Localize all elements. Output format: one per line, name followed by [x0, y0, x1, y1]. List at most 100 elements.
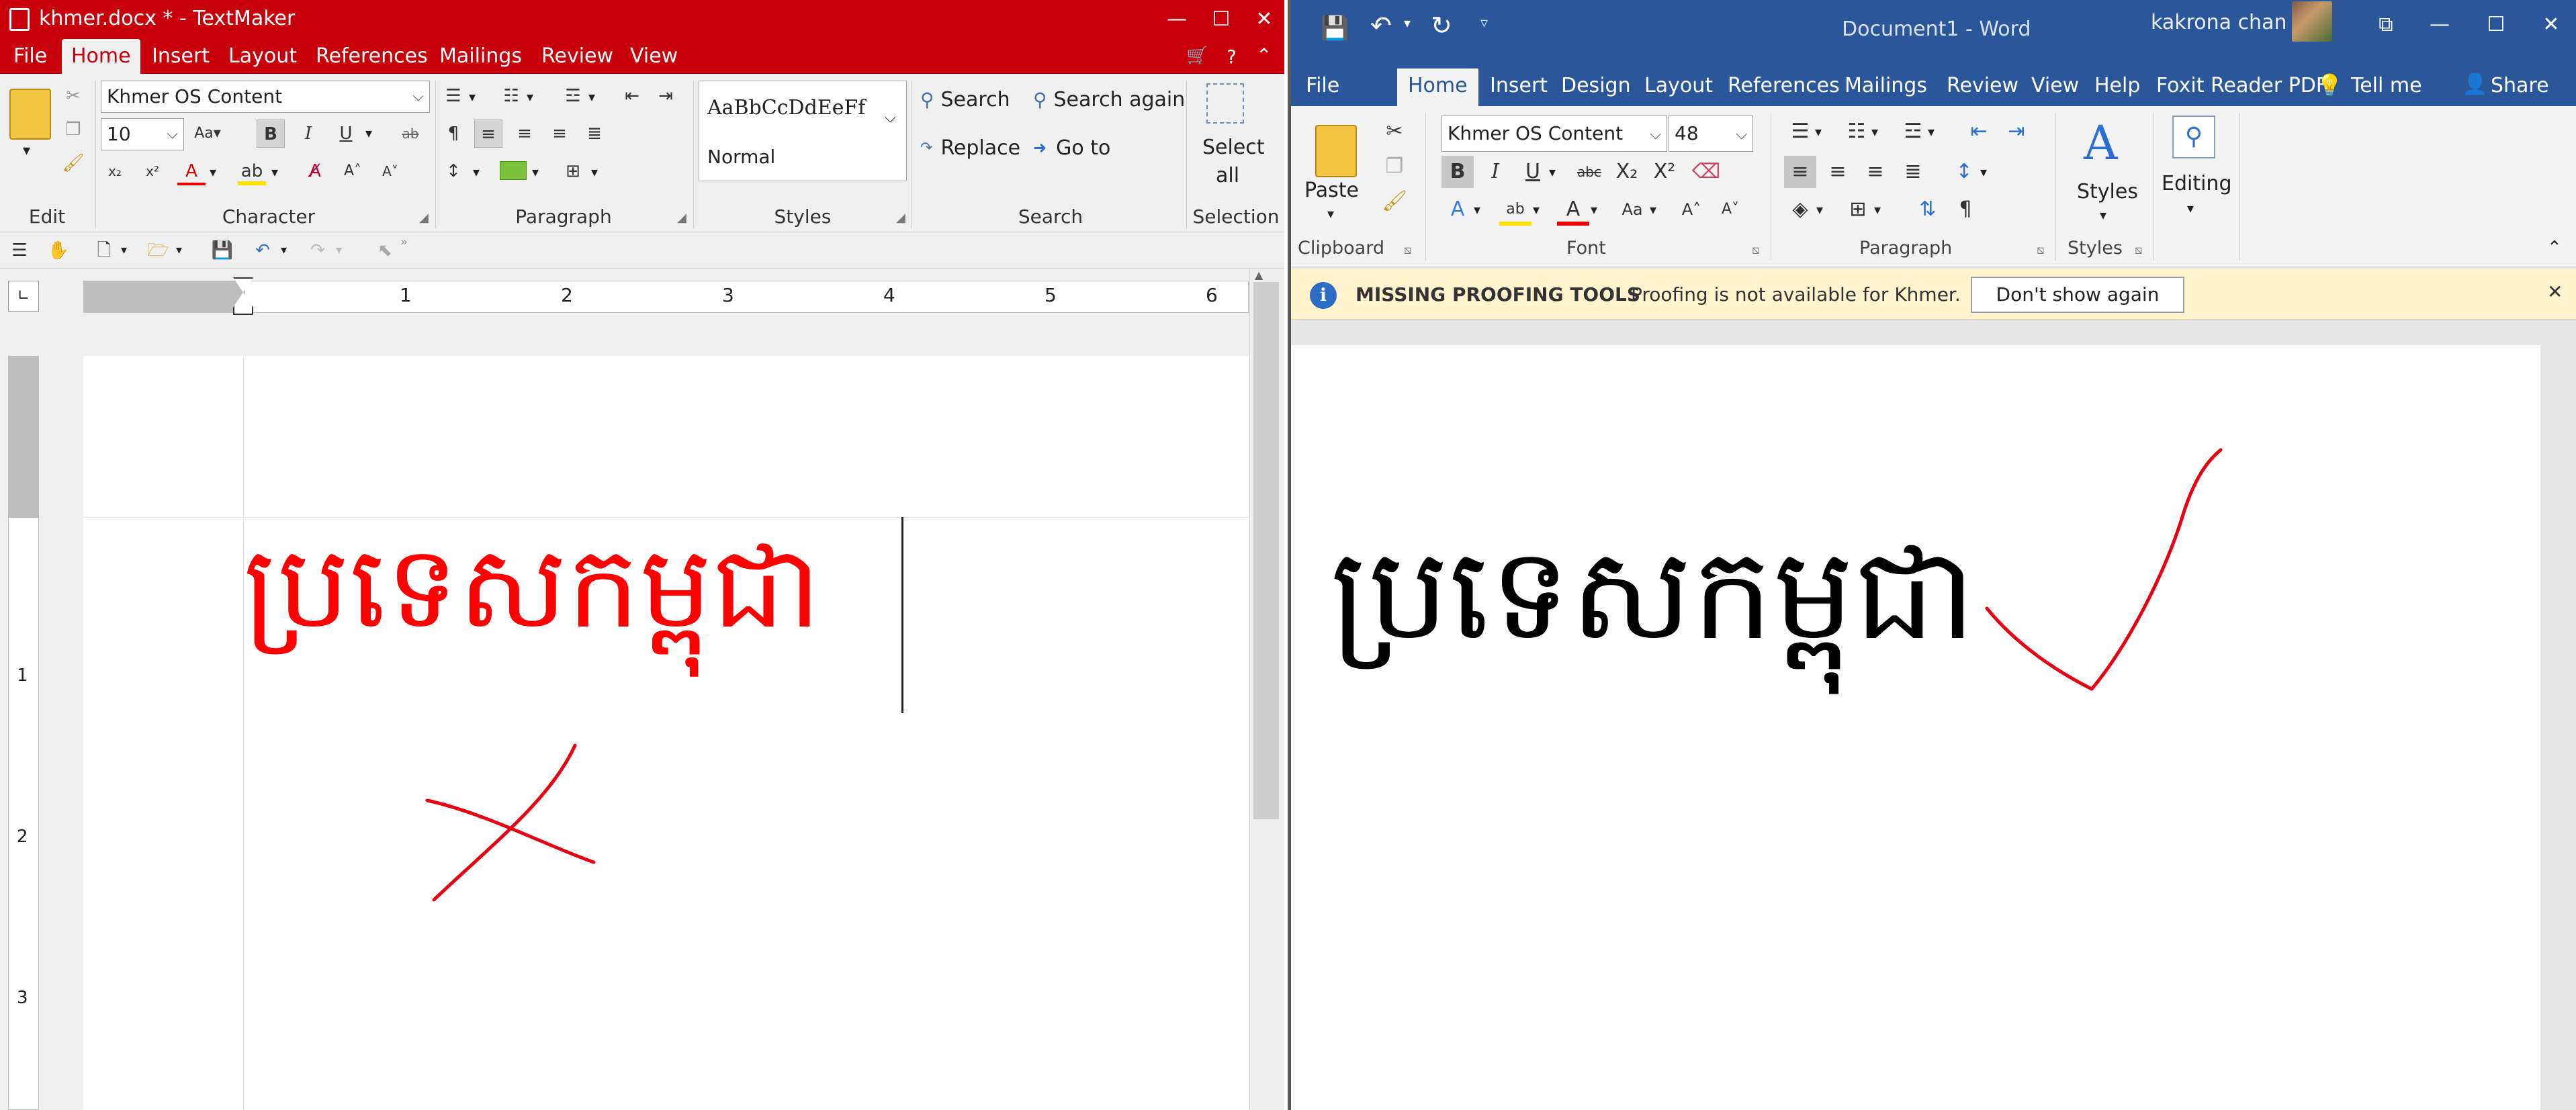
- bullets-dropdown-icon[interactable]: ▾: [1815, 124, 1822, 140]
- tab-layout[interactable]: Layout: [1634, 68, 1724, 106]
- highlight-dropdown-icon[interactable]: ▾: [271, 164, 278, 180]
- tab-help[interactable]: Help: [2084, 68, 2151, 106]
- show-formatting-icon[interactable]: ¶: [1949, 193, 1982, 226]
- scroll-up-icon[interactable]: ▲: [1255, 269, 1263, 281]
- font-name-combo[interactable]: Khmer OS Content ⌵: [101, 81, 430, 113]
- highlight-dropdown-icon[interactable]: ▾: [1533, 201, 1540, 218]
- increase-indent-icon[interactable]: ⇥: [2000, 115, 2033, 148]
- open-folder-icon[interactable]: 🗁: [144, 236, 172, 265]
- copy-icon[interactable]: ❐: [59, 115, 87, 144]
- font-color-dropdown-icon[interactable]: ▾: [1591, 201, 1597, 218]
- font-color-icon[interactable]: A: [177, 157, 206, 185]
- format-painter-icon[interactable]: 🖌: [59, 149, 87, 177]
- borders-icon[interactable]: ⊞: [1842, 193, 1874, 226]
- dont-show-again-button[interactable]: Don't show again: [1971, 277, 2184, 313]
- editing-dropdown-icon[interactable]: ▾: [2187, 200, 2194, 216]
- bullets-icon[interactable]: ☰: [1784, 115, 1816, 148]
- pilcrow-icon[interactable]: ¶: [439, 120, 468, 148]
- subscript-button[interactable]: X₂: [1611, 156, 1643, 188]
- numbering-icon[interactable]: ☷: [497, 82, 525, 110]
- change-case-icon[interactable]: Aa: [1616, 193, 1648, 226]
- underline-button[interactable]: U: [332, 120, 360, 148]
- vertical-ruler[interactable]: 1 2 3: [8, 356, 39, 1110]
- undo-icon[interactable]: ↶: [249, 236, 277, 265]
- undo-dropdown-icon[interactable]: ▾: [1404, 15, 1411, 31]
- tab-design[interactable]: Design: [1550, 68, 1642, 106]
- dialog-launcher-icon[interactable]: ◢: [896, 211, 905, 225]
- open-dropdown-icon[interactable]: ▾: [176, 243, 182, 257]
- word-document-page[interactable]: [1291, 345, 2540, 1110]
- tab-insert[interactable]: Insert: [142, 39, 219, 74]
- line-spacing-dropdown-icon[interactable]: ▾: [1980, 164, 1987, 180]
- highlight-icon[interactable]: ab: [238, 157, 266, 185]
- close-info-bar-icon[interactable]: ✕: [2547, 281, 2563, 303]
- dialog-launcher-icon[interactable]: ◢: [419, 211, 429, 225]
- help-icon[interactable]: ?: [1227, 46, 1237, 68]
- paste-label[interactable]: Paste: [1304, 179, 1359, 202]
- dialog-launcher-icon[interactable]: ⧅: [1752, 243, 1759, 257]
- user-avatar[interactable]: [2292, 1, 2332, 42]
- collapse-ribbon-icon[interactable]: ⌃: [2547, 238, 2562, 258]
- align-right-icon[interactable]: ≡: [1859, 156, 1892, 188]
- text-effects-icon[interactable]: A: [1441, 193, 1474, 226]
- multilevel-dropdown-icon[interactable]: ▾: [588, 89, 595, 105]
- minimize-icon[interactable]: —: [1157, 3, 1197, 36]
- search-button[interactable]: ⚲ Search: [920, 83, 1010, 115]
- shading-icon[interactable]: ◈: [1784, 193, 1816, 226]
- tab-file[interactable]: File: [4, 39, 56, 74]
- shrink-font-icon[interactable]: A˅: [376, 157, 404, 185]
- word-document-text[interactable]: ប្រទេសកម្ពុជា: [1330, 530, 1975, 658]
- shading-dropdown-icon[interactable]: ▾: [1816, 201, 1823, 218]
- toolbar-more-icon[interactable]: »: [400, 235, 408, 249]
- tab-review[interactable]: Review: [1936, 68, 2029, 106]
- minimize-icon[interactable]: —: [2419, 8, 2460, 42]
- superscript-button[interactable]: x²: [138, 157, 167, 185]
- superscript-button[interactable]: X²: [1648, 156, 1681, 188]
- style-gallery[interactable]: AaBbCcDdEeFf ⌵ Normal: [699, 81, 907, 181]
- paste-icon[interactable]: [1315, 125, 1357, 177]
- tab-home[interactable]: Home: [62, 39, 140, 74]
- tab-mailings[interactable]: Mailings: [430, 39, 531, 74]
- underline-dropdown-icon[interactable]: ▾: [1549, 164, 1556, 180]
- shading-dropdown-icon[interactable]: ▾: [532, 164, 539, 180]
- borders-dropdown-icon[interactable]: ▾: [591, 164, 598, 180]
- align-center-icon[interactable]: ≡: [1822, 156, 1854, 188]
- undo-dropdown-icon[interactable]: ▾: [281, 243, 287, 257]
- styles-dropdown-icon[interactable]: ▾: [2100, 207, 2106, 223]
- save-icon[interactable]: 💾: [208, 236, 236, 265]
- tab-view[interactable]: View: [2020, 68, 2090, 106]
- maximize-icon[interactable]: ☐: [1201, 3, 1241, 36]
- share-button[interactable]: Share: [2480, 68, 2560, 106]
- ribbon-display-options-icon[interactable]: ⧉: [2366, 8, 2406, 42]
- paste-dropdown-icon[interactable]: ▾: [1327, 205, 1334, 222]
- select-all-label-1[interactable]: Select: [1202, 136, 1265, 159]
- maximize-icon[interactable]: ☐: [2476, 8, 2516, 42]
- tab-stop-selector-icon[interactable]: ∟: [8, 281, 39, 312]
- clear-format-icon[interactable]: A̸: [301, 157, 329, 185]
- tab-references[interactable]: References: [306, 39, 437, 74]
- bold-button[interactable]: B: [1441, 156, 1474, 188]
- tab-file[interactable]: File: [1295, 68, 1350, 106]
- cut-icon[interactable]: ✂: [59, 82, 87, 110]
- hand-tool-icon[interactable]: ✋: [44, 236, 73, 265]
- goto-button[interactable]: ➜ Go to: [1033, 132, 1110, 164]
- tab-view[interactable]: View: [621, 39, 687, 74]
- font-size-combo[interactable]: 48 ⌵: [1669, 115, 1753, 152]
- cut-icon[interactable]: ✂: [1378, 115, 1411, 148]
- line-spacing-icon[interactable]: ↕: [1948, 156, 1980, 188]
- redo-icon[interactable]: ↷: [304, 236, 332, 265]
- tab-foxit-reader-pdf[interactable]: Foxit Reader PDF: [2145, 68, 2338, 106]
- grow-font-icon[interactable]: A˄: [339, 157, 367, 185]
- italic-button[interactable]: I: [1479, 156, 1511, 188]
- tab-references[interactable]: References: [1717, 68, 1851, 106]
- select-all-label-2[interactable]: all: [1216, 164, 1239, 187]
- align-left-icon[interactable]: ≡: [1784, 156, 1816, 188]
- tell-me-search[interactable]: Tell me: [2340, 68, 2433, 106]
- tab-layout[interactable]: Layout: [219, 39, 306, 74]
- bullets-icon[interactable]: ☰: [439, 82, 468, 110]
- save-icon[interactable]: 💾: [1321, 15, 1349, 42]
- tab-mailings[interactable]: Mailings: [1834, 68, 1938, 106]
- editing-label[interactable]: Editing: [2162, 172, 2232, 195]
- find-magnifier-icon[interactable]: ⚲: [2172, 115, 2215, 158]
- styles-label[interactable]: Styles: [2077, 180, 2138, 203]
